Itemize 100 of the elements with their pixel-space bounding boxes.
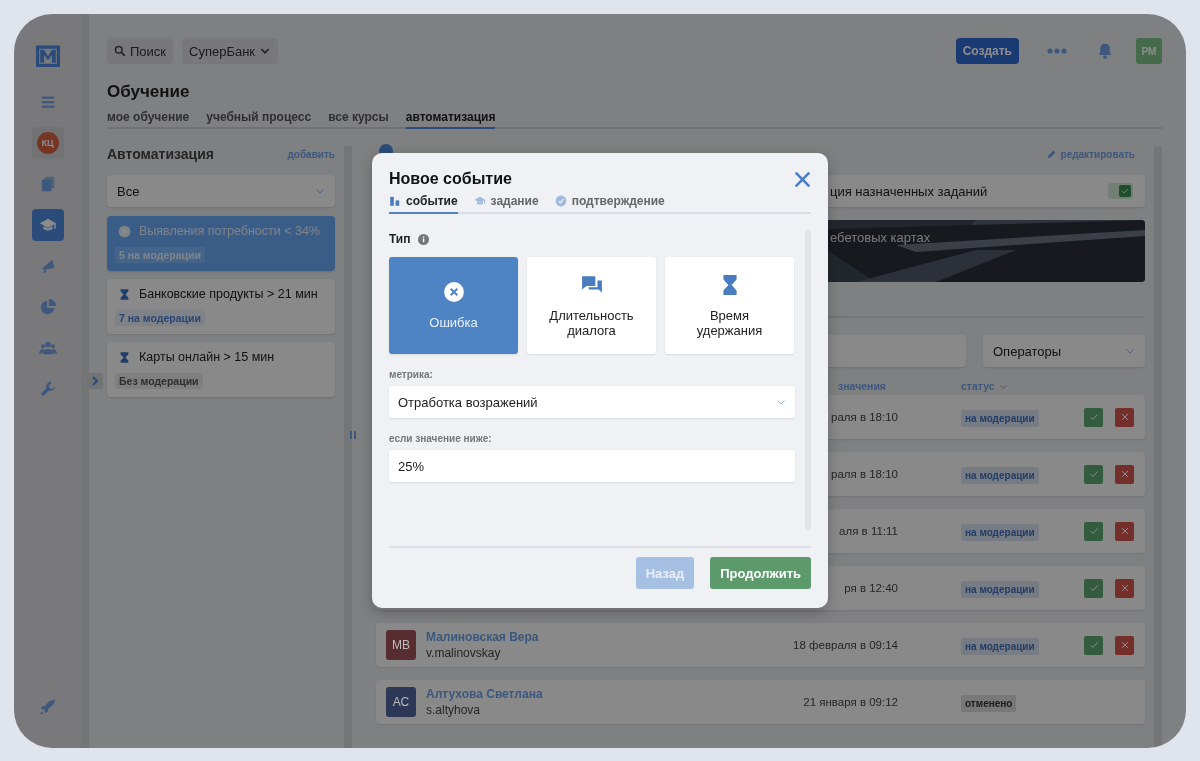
dialog-tab[interactable]: событие <box>389 192 458 214</box>
wrench-icon[interactable] <box>38 380 57 398</box>
operator-login: v.malinovskay <box>426 646 502 660</box>
check-icon <box>1088 469 1099 479</box>
nav-button[interactable] <box>31 209 64 241</box>
status-tag: на модерации <box>961 638 1039 655</box>
threshold-field[interactable]: 25% <box>389 450 795 482</box>
close-icon[interactable] <box>794 170 811 188</box>
operator-name[interactable]: Алтухова Светлана <box>426 687 543 701</box>
moderation-tag: 5 на модерации <box>115 247 205 263</box>
bar-chart-icon <box>389 195 401 207</box>
pencil-icon <box>1046 149 1057 159</box>
people-icon[interactable] <box>38 339 57 357</box>
status-tag: на модерации <box>961 524 1039 541</box>
check-icon <box>1088 412 1099 422</box>
check-icon <box>1088 583 1099 593</box>
status-tag: на модерации <box>961 467 1039 484</box>
bell-icon[interactable] <box>1097 43 1113 59</box>
search-button[interactable]: Поиск <box>107 38 174 64</box>
close-icon <box>1119 469 1130 479</box>
info-icon[interactable] <box>417 233 429 245</box>
toggle-checkbox[interactable] <box>1108 183 1133 199</box>
moderation-tag: 7 на модерации <box>115 310 205 326</box>
avatar: МВ <box>386 630 416 660</box>
bars-icon <box>350 431 356 439</box>
status-tag: отменено <box>961 695 1017 712</box>
metric-dropdown[interactable]: Отработка возражений <box>389 386 795 418</box>
add-link[interactable]: добавить <box>287 148 335 160</box>
tab[interactable]: автоматизация <box>405 108 496 129</box>
close-icon <box>1119 526 1130 536</box>
close-icon <box>1119 412 1130 422</box>
date-text: аля в 11:11 <box>838 525 898 537</box>
date-text: 18 февраля в 09:14 <box>792 639 898 651</box>
rule-card[interactable]: Банковские продукты > 21 мин 7 на модерации <box>107 279 335 334</box>
chevron-down-icon <box>1125 346 1135 356</box>
moderation-tag: Без модерации <box>115 373 203 389</box>
type-option[interactable]: Ошибка <box>389 257 518 354</box>
approve-button[interactable] <box>1084 578 1103 598</box>
scrollbar[interactable] <box>81 14 89 748</box>
operator-name[interactable]: Малиновская Вера <box>426 630 539 644</box>
check-icon <box>1088 526 1099 536</box>
status-tag: на модерации <box>961 410 1039 427</box>
avatar: АС <box>386 687 416 717</box>
error-icon <box>118 224 131 238</box>
rule-title: Банковские продукты > 21 мин <box>139 287 318 301</box>
dialog-tab[interactable]: задание <box>473 192 539 214</box>
tab[interactable]: учебный процесс <box>206 108 312 129</box>
continue-button[interactable]: Продолжить <box>710 557 811 589</box>
create-button[interactable]: Создать <box>955 38 1019 64</box>
edit-link[interactable]: редактировать <box>1046 148 1135 160</box>
rule-title: Выявления потребности < 34% <box>139 224 320 238</box>
hourglass-icon <box>118 287 131 301</box>
filter-dropdown[interactable]: Все <box>107 175 335 207</box>
chevron-down-icon <box>315 186 325 196</box>
close-icon <box>1119 640 1130 650</box>
date-text: 21 января в 09:12 <box>802 696 898 708</box>
dialog-tab[interactable]: подтверждение <box>554 192 665 214</box>
expand-button[interactable] <box>87 373 103 389</box>
more-icon[interactable] <box>1047 48 1067 54</box>
pie-chart-icon[interactable] <box>38 298 57 316</box>
rule-card[interactable]: Выявления потребности < 34% 5 на модерации <box>107 216 335 271</box>
field-label: Тип <box>389 232 411 246</box>
column-header[interactable]: статус <box>898 380 1145 392</box>
setting-label: ция назначенных заданий <box>830 183 988 199</box>
check-circle-icon <box>554 195 567 207</box>
approve-button[interactable] <box>1084 635 1103 655</box>
scrollbar[interactable] <box>344 146 352 748</box>
date-text: раля в 18:10 <box>830 468 898 480</box>
banner-title: ебетовых картах <box>830 230 931 245</box>
approve-button[interactable] <box>1084 521 1103 541</box>
scrollbar[interactable] <box>1154 146 1162 748</box>
date-text: ря в 12:40 <box>843 582 898 594</box>
reject-button[interactable] <box>1115 521 1134 541</box>
status-tag: на модерации <box>961 581 1039 598</box>
error-icon <box>442 281 465 303</box>
hourglass-icon <box>118 350 131 364</box>
page-title: Обучение <box>107 82 191 102</box>
reject-button[interactable] <box>1115 635 1134 655</box>
rocket-icon[interactable] <box>38 698 57 716</box>
dialog-title: Новое событие <box>389 170 512 188</box>
rule-card[interactable]: Карты онлайн > 15 мин Без модерации <box>107 342 335 397</box>
field-label: если значение ниже: <box>389 433 493 444</box>
approve-button[interactable] <box>1084 407 1103 427</box>
operators-dropdown[interactable]: Операторы <box>983 335 1145 367</box>
tab[interactable]: все курсы <box>328 108 389 129</box>
company-dropdown[interactable]: СуперБанк <box>182 38 279 64</box>
date-text: раля в 18:10 <box>830 411 898 423</box>
check-icon <box>1121 187 1129 195</box>
check-icon <box>1088 640 1099 650</box>
user-avatar[interactable]: РМ <box>1136 38 1162 64</box>
approve-button[interactable] <box>1084 464 1103 484</box>
reject-button[interactable] <box>1115 464 1134 484</box>
type-option[interactable]: Длительность диалога <box>527 257 656 354</box>
close-icon <box>1119 583 1130 593</box>
type-option[interactable]: Время удержания <box>665 257 794 354</box>
field-label: метрика: <box>389 369 434 380</box>
tab[interactable]: мое обучение <box>107 108 190 129</box>
reject-button[interactable] <box>1115 578 1134 598</box>
graduation-cap-icon <box>473 195 486 207</box>
reject-button[interactable] <box>1115 407 1134 427</box>
